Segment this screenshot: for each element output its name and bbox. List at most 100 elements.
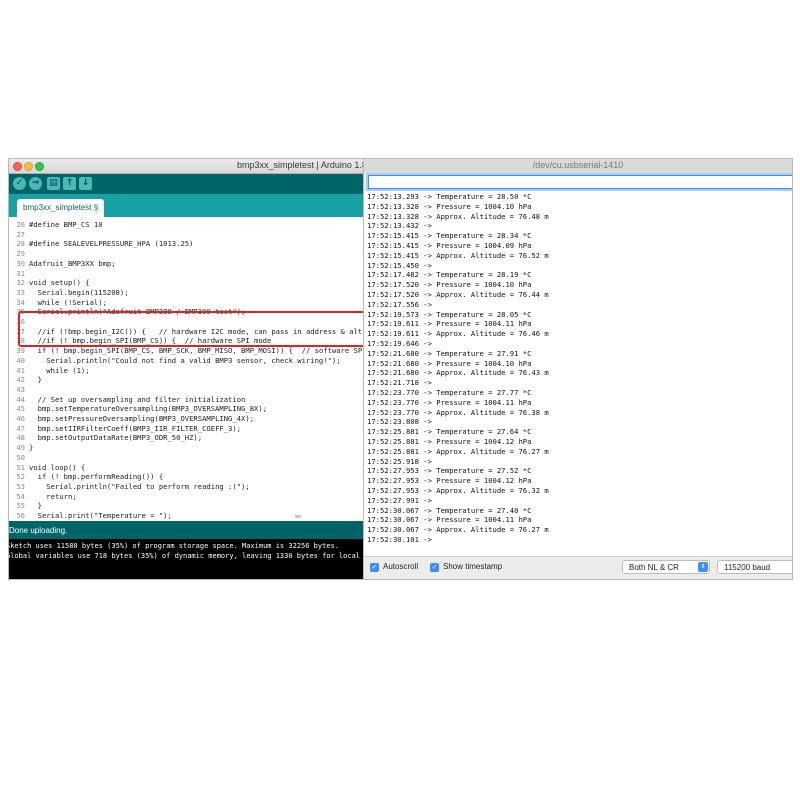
code-line: 31 xyxy=(9,269,29,279)
code-text: return; xyxy=(29,491,77,501)
serial-output-line: 17:52:23.770 -> Approx. Altitude = 76.38… xyxy=(367,407,549,417)
line-ending-value: Both NL & CR xyxy=(629,563,679,572)
line-number: 33 xyxy=(16,287,25,297)
code-text: if (! bmp.begin_SPI(BMP_CS, BMP_SCK, BMP… xyxy=(29,346,364,356)
upload-button[interactable]: → xyxy=(29,177,42,190)
line-number: 53 xyxy=(16,481,25,491)
save-sketch-button[interactable]: ↓ xyxy=(79,177,92,190)
code-line: 34 while (!Serial); xyxy=(9,298,107,308)
code-editor[interactable]: 26 #define BMP_CS 10 27 28 #define SEALEVELP… xyxy=(9,217,364,520)
line-number: 31 xyxy=(16,268,25,278)
code-line: 48 bmp.setOutputDataRate(BMP3_ODR_50_HZ)… xyxy=(9,433,202,443)
code-text: #define SEALEVELPRESSURE_HPA (1013.25) xyxy=(29,239,194,249)
line-number: 41 xyxy=(16,365,25,375)
close-window-button[interactable] xyxy=(13,162,22,171)
show-timestamp-checkbox[interactable]: ✓ xyxy=(430,563,439,572)
serial-output-line: 17:52:27.991 -> xyxy=(367,495,432,505)
code-line: 52 if (! bmp.performReading()) { xyxy=(9,472,163,482)
code-text: while (1); xyxy=(29,365,90,375)
line-number: 48 xyxy=(16,433,25,443)
monitor-bottom-bar: ✓ Autoscroll ✓ Show timestamp Both NL & … xyxy=(364,556,792,579)
line-ending-select[interactable]: Both NL & CR ⇕ xyxy=(622,560,710,574)
serial-output-line: 17:52:17.482 -> Temperature = 28.19 *C xyxy=(367,270,532,280)
serial-output-line: 17:52:25.918 -> xyxy=(367,456,432,466)
serial-output-line: 17:52:30.101 -> xyxy=(367,535,432,544)
code-line: 56 Serial.print("Temperature = "); xyxy=(9,511,172,521)
line-number: 32 xyxy=(16,278,25,288)
serial-output-line: 17:52:13.328 -> Approx. Altitude = 76.48… xyxy=(367,211,549,221)
code-text: Serial.print("Temperature = "); xyxy=(29,511,172,520)
serial-output-line: 17:52:27.953 -> Approx. Altitude = 76.32… xyxy=(367,486,549,495)
serial-output-line: 17:52:19.611 -> Pressure = 1004.11 hPa xyxy=(367,319,532,329)
code-line: 46 bmp.setPressureOversampling(BMP3_OVER… xyxy=(9,414,254,424)
code-line: 42 } xyxy=(9,375,42,385)
code-text: void setup() { xyxy=(29,278,90,288)
code-line: 39 if (! bmp.begin_SPI(BMP_CS, BMP_SCK, … xyxy=(9,346,364,356)
serial-output-line: 17:52:21.680 -> Temperature = 27.91 *C xyxy=(367,348,532,358)
code-line: 28 #define SEALEVELPRESSURE_HPA (1013.25) xyxy=(9,239,193,249)
line-number: 45 xyxy=(16,404,25,414)
serial-output-line: 17:52:25.881 -> Temperature = 27.64 *C xyxy=(367,427,532,437)
code-line: 49} xyxy=(9,443,33,453)
line-number: 44 xyxy=(16,394,25,404)
baud-rate-select[interactable]: 115200 baud xyxy=(717,560,792,574)
serial-output-line: 17:52:21.718 -> xyxy=(367,378,432,388)
chevron-updown-icon: ⇕ xyxy=(698,562,708,572)
line-number: 34 xyxy=(16,297,25,307)
baud-rate-value: 115200 baud xyxy=(724,563,771,572)
line-number: 51 xyxy=(16,462,25,472)
code-line: 40 Serial.println("Could not find a vali… xyxy=(9,355,341,366)
code-text: bmp.setIIRFilterCoeff(BMP3_IIR_FILTER_CO… xyxy=(29,423,242,433)
open-sketch-button[interactable]: ↑ xyxy=(63,177,76,190)
console-line: Global variables use 718 bytes (35%) of … xyxy=(8,552,361,560)
line-number: 55 xyxy=(16,501,25,511)
code-text: bmp.setPressureOversampling(BMP3_OVERSAM… xyxy=(29,414,255,423)
code-text: bmp.setOutputDataRate(BMP3_ODR_50_HZ); xyxy=(29,433,203,443)
serial-output-line: 17:52:19.573 -> Temperature = 28.05 *C xyxy=(367,309,532,319)
line-number: 56 xyxy=(16,511,25,520)
serial-output-line: 17:52:13.432 -> xyxy=(367,221,432,231)
code-line: 43 xyxy=(9,385,29,395)
serial-output-line: 17:52:30.067 -> Temperature = 27.40 *C xyxy=(367,505,532,515)
code-line: 29 xyxy=(9,249,29,259)
verify-button[interactable]: ✓ xyxy=(13,177,26,190)
monitor-window-title: /dev/cu.usbserial-1410 xyxy=(532,160,624,170)
line-number: 28 xyxy=(16,239,25,249)
serial-output-line: 17:52:17.556 -> xyxy=(367,299,432,309)
code-text: Serial.begin(115200); xyxy=(29,287,129,297)
line-number: 46 xyxy=(16,414,25,423)
tab-bmp3xx-simpletest[interactable]: bmp3xx_simpletest § xyxy=(17,199,105,217)
line-number: 42 xyxy=(16,375,25,385)
code-text: Serial.println("Failed to perform readin… xyxy=(29,481,250,491)
line-number: 40 xyxy=(16,355,25,365)
code-text: #define BMP_CS 10 xyxy=(29,220,103,229)
zoom-window-button[interactable] xyxy=(35,162,44,171)
serial-output-line: 17:52:13.293 -> Temperature = 28.50 *C xyxy=(367,192,532,201)
line-number: 43 xyxy=(16,384,25,394)
code-text: Adafruit_BMP3XX bmp; xyxy=(29,258,116,268)
code-text: Serial.println("Could not find a valid B… xyxy=(29,355,341,365)
serial-output-line: 17:52:21.680 -> Pressure = 1004.10 hPa xyxy=(367,358,532,368)
serial-output-line: 17:52:15.415 -> Temperature = 28.34 *C xyxy=(367,231,532,241)
line-number: 29 xyxy=(16,249,25,259)
new-sketch-button[interactable]: ▤ xyxy=(47,177,60,190)
show-timestamp-label: Show timestamp xyxy=(443,562,503,571)
minimize-window-button[interactable] xyxy=(24,162,33,171)
serial-output-line: 17:52:13.328 -> Pressure = 1004.10 hPa xyxy=(367,201,532,211)
serial-output-line: 17:52:30.067 -> Pressure = 1004.11 hPa xyxy=(367,515,532,525)
ide-window-title: bmp3xx_simpletest | Arduino 1.8.13 xyxy=(237,160,363,170)
code-text: void loop() { xyxy=(29,462,86,472)
autoscroll-checkbox[interactable]: ✓ xyxy=(370,563,379,572)
code-line: 30 Adafruit_BMP3XX bmp; xyxy=(9,258,116,269)
ide-console: Sketch uses 11580 bytes (35%) of program… xyxy=(9,539,363,579)
code-line: 26 #define BMP_CS 10 xyxy=(9,220,103,230)
arduino-ide-window: bmp3xx_simpletest | Arduino 1.8.13 ✓ → ▤… xyxy=(8,158,364,580)
autoscroll-label: Autoscroll xyxy=(383,562,419,571)
ide-toolbar: ✓ → ▤ ↑ ↓ xyxy=(9,174,363,194)
editor-resize-handle[interactable] xyxy=(295,515,301,518)
code-text: // Set up oversampling and filter initia… xyxy=(29,394,246,404)
code-text: if (! bmp.performReading()) { xyxy=(29,472,164,482)
send-input[interactable] xyxy=(368,175,792,189)
line-number: 30 xyxy=(16,258,25,268)
code-line: 32 void setup() { xyxy=(9,278,90,288)
